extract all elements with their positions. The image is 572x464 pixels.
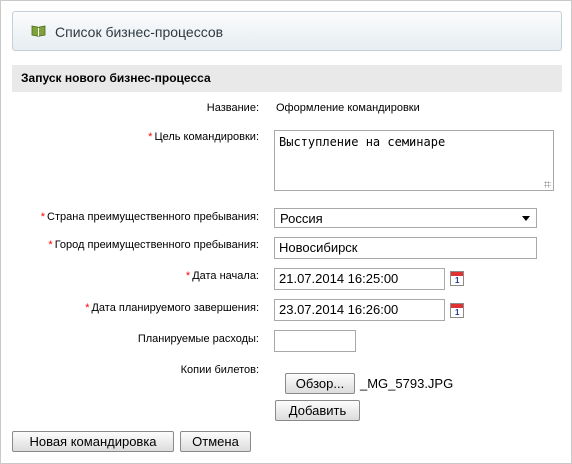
resize-grip-icon[interactable] (544, 181, 551, 188)
tickets-label: Копии билетов: (180, 364, 259, 376)
required-marker: * (85, 302, 90, 314)
calendar-icon-day: 1 (455, 276, 460, 285)
add-file-button[interactable]: Добавить (275, 400, 360, 421)
name-value: Оформление командировки (276, 102, 420, 114)
required-marker: * (185, 270, 191, 282)
start-date-label: * Дата начала: (186, 270, 259, 282)
country-label: * Страна преимущественного пребывания: (41, 211, 259, 223)
required-marker: * (148, 131, 153, 143)
browse-button[interactable]: Обзор... (285, 373, 355, 394)
expenses-label: Планируемые расходы: (137, 333, 259, 345)
calendar-icon[interactable]: 1 (450, 303, 464, 318)
section-title: Запуск нового бизнес-процесса (21, 71, 211, 85)
expenses-input[interactable] (274, 330, 356, 352)
window-frame: Список бизнес-процессов Запуск нового би… (0, 0, 572, 464)
city-label-text: Город преимущественного пребывания: (54, 239, 259, 251)
end-date-label-text: Дата планируемого завершения: (91, 302, 259, 314)
calendar-icon-day: 1 (455, 308, 460, 317)
required-marker: * (40, 211, 46, 223)
end-date-label: * Дата планируемого завершения: (85, 302, 259, 314)
city-label: * Город преимущественного пребывания: (48, 239, 259, 251)
page-title[interactable]: Список бизнес-процессов (55, 24, 223, 40)
cancel-button[interactable]: Отмена (180, 431, 251, 452)
book-icon (31, 25, 46, 37)
section-header: Запуск нового бизнес-процесса (12, 65, 562, 92)
purpose-label-text: Цель командировки: (154, 131, 259, 143)
country-select[interactable]: Россия (274, 208, 537, 228)
name-label: Название: (206, 102, 259, 114)
required-marker: * (48, 239, 53, 251)
dropdown-arrow-icon (522, 216, 530, 221)
purpose-text: Выступление на семинаре (279, 135, 446, 149)
header-toolbar: Список бизнес-процессов (12, 11, 562, 51)
country-label-text: Страна преимущественного пребывания: (47, 211, 259, 223)
calendar-icon[interactable]: 1 (450, 271, 464, 286)
end-date-input[interactable]: 23.07.2014 16:26:00 (274, 299, 445, 321)
purpose-textarea[interactable]: Выступление на семинаре (274, 130, 554, 191)
city-input[interactable]: Новосибирск (274, 237, 537, 259)
new-trip-button[interactable]: Новая командировка (12, 431, 174, 452)
start-date-label-text: Дата начала: (192, 270, 259, 282)
start-date-input[interactable]: 21.07.2014 16:25:00 (274, 268, 445, 290)
selected-file-name: _MG_5793.JPG (360, 376, 454, 391)
country-selected-value: Россия (280, 211, 323, 226)
purpose-label: * Цель командировки: (148, 131, 259, 143)
